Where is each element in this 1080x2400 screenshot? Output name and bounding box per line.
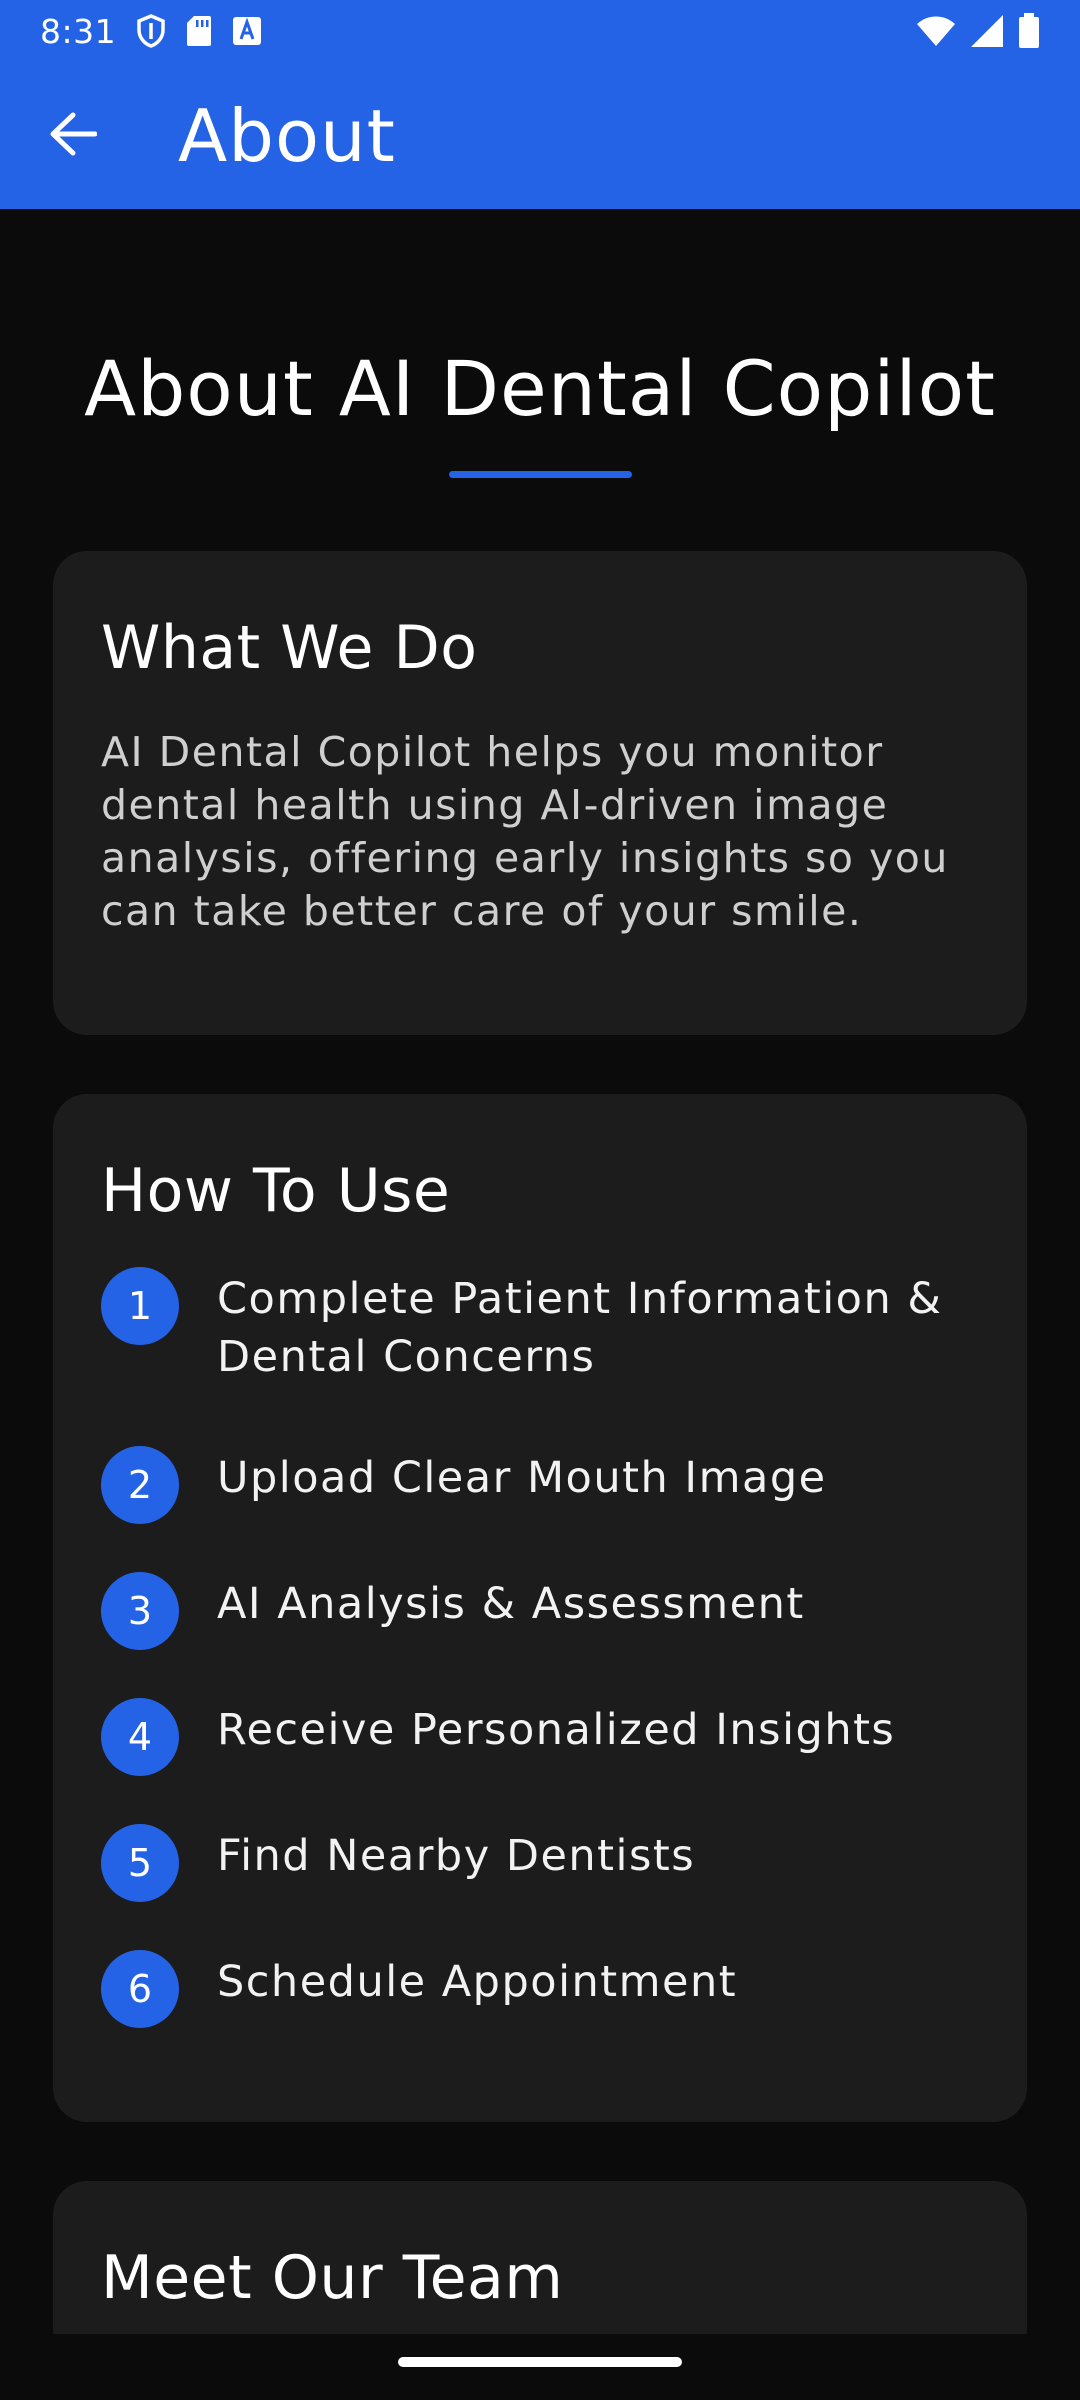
step-label: Complete Patient Information & Dental Co… <box>217 1274 943 1382</box>
what-we-do-title: What We Do <box>101 613 478 683</box>
how-to-use-card: How To Use 1 Complete Patient Informatio… <box>53 1094 1027 2122</box>
app-bar: About <box>0 62 1080 209</box>
what-we-do-card: What We Do AI Dental Copilot helps you m… <box>53 551 1027 1035</box>
step-number-badge: 1 <box>101 1267 179 1345</box>
step-label: Receive Personalized Insights <box>217 1705 896 1755</box>
step-number-badge: 6 <box>101 1950 179 2028</box>
step-label: Schedule Appointment <box>217 1957 738 2007</box>
step-number-badge: 4 <box>101 1698 179 1776</box>
step-number-badge: 5 <box>101 1824 179 1902</box>
text-a-icon <box>232 16 262 46</box>
status-time: 8:31 <box>40 11 117 51</box>
about-content[interactable]: About AI Dental Copilot What We Do AI De… <box>0 209 1080 2334</box>
page-title: About AI Dental Copilot <box>84 344 996 433</box>
sd-card-icon <box>186 15 212 47</box>
gesture-nav-bar <box>0 2334 1080 2400</box>
back-button[interactable] <box>18 81 128 191</box>
step-label: Upload Clear Mouth Image <box>217 1453 827 1503</box>
step-item: 3 AI Analysis & Assessment <box>101 1572 981 1650</box>
battery-icon <box>1018 13 1040 49</box>
meet-our-team-card: Meet Our Team <box>53 2181 1027 2334</box>
step-item: 6 Schedule Appointment <box>101 1950 981 2028</box>
status-left-group: 8:31 <box>40 12 262 51</box>
app-bar-title: About <box>178 93 396 178</box>
wifi-icon <box>916 15 956 47</box>
shield-icon <box>136 14 166 48</box>
status-bar: 8:31 <box>0 0 1080 62</box>
what-we-do-body: AI Dental Copilot helps you monitor dent… <box>101 728 949 935</box>
arrow-left-icon <box>49 112 98 160</box>
signal-icon <box>970 14 1004 48</box>
step-label: AI Analysis & Assessment <box>217 1579 805 1629</box>
step-number-badge: 3 <box>101 1572 179 1650</box>
step-item: 4 Receive Personalized Insights <box>101 1698 981 1776</box>
step-item: 2 Upload Clear Mouth Image <box>101 1446 981 1524</box>
step-item: 5 Find Nearby Dentists <box>101 1824 981 1902</box>
how-to-use-title: How To Use <box>101 1156 451 1226</box>
home-indicator[interactable] <box>398 2357 682 2367</box>
heading-underline <box>449 471 632 478</box>
step-item: 1 Complete Patient Information & Dental … <box>101 1267 981 1386</box>
meet-our-team-title: Meet Our Team <box>101 2243 564 2313</box>
step-label: Find Nearby Dentists <box>217 1831 696 1881</box>
status-right-group <box>916 13 1040 49</box>
step-number-badge: 2 <box>101 1446 179 1524</box>
